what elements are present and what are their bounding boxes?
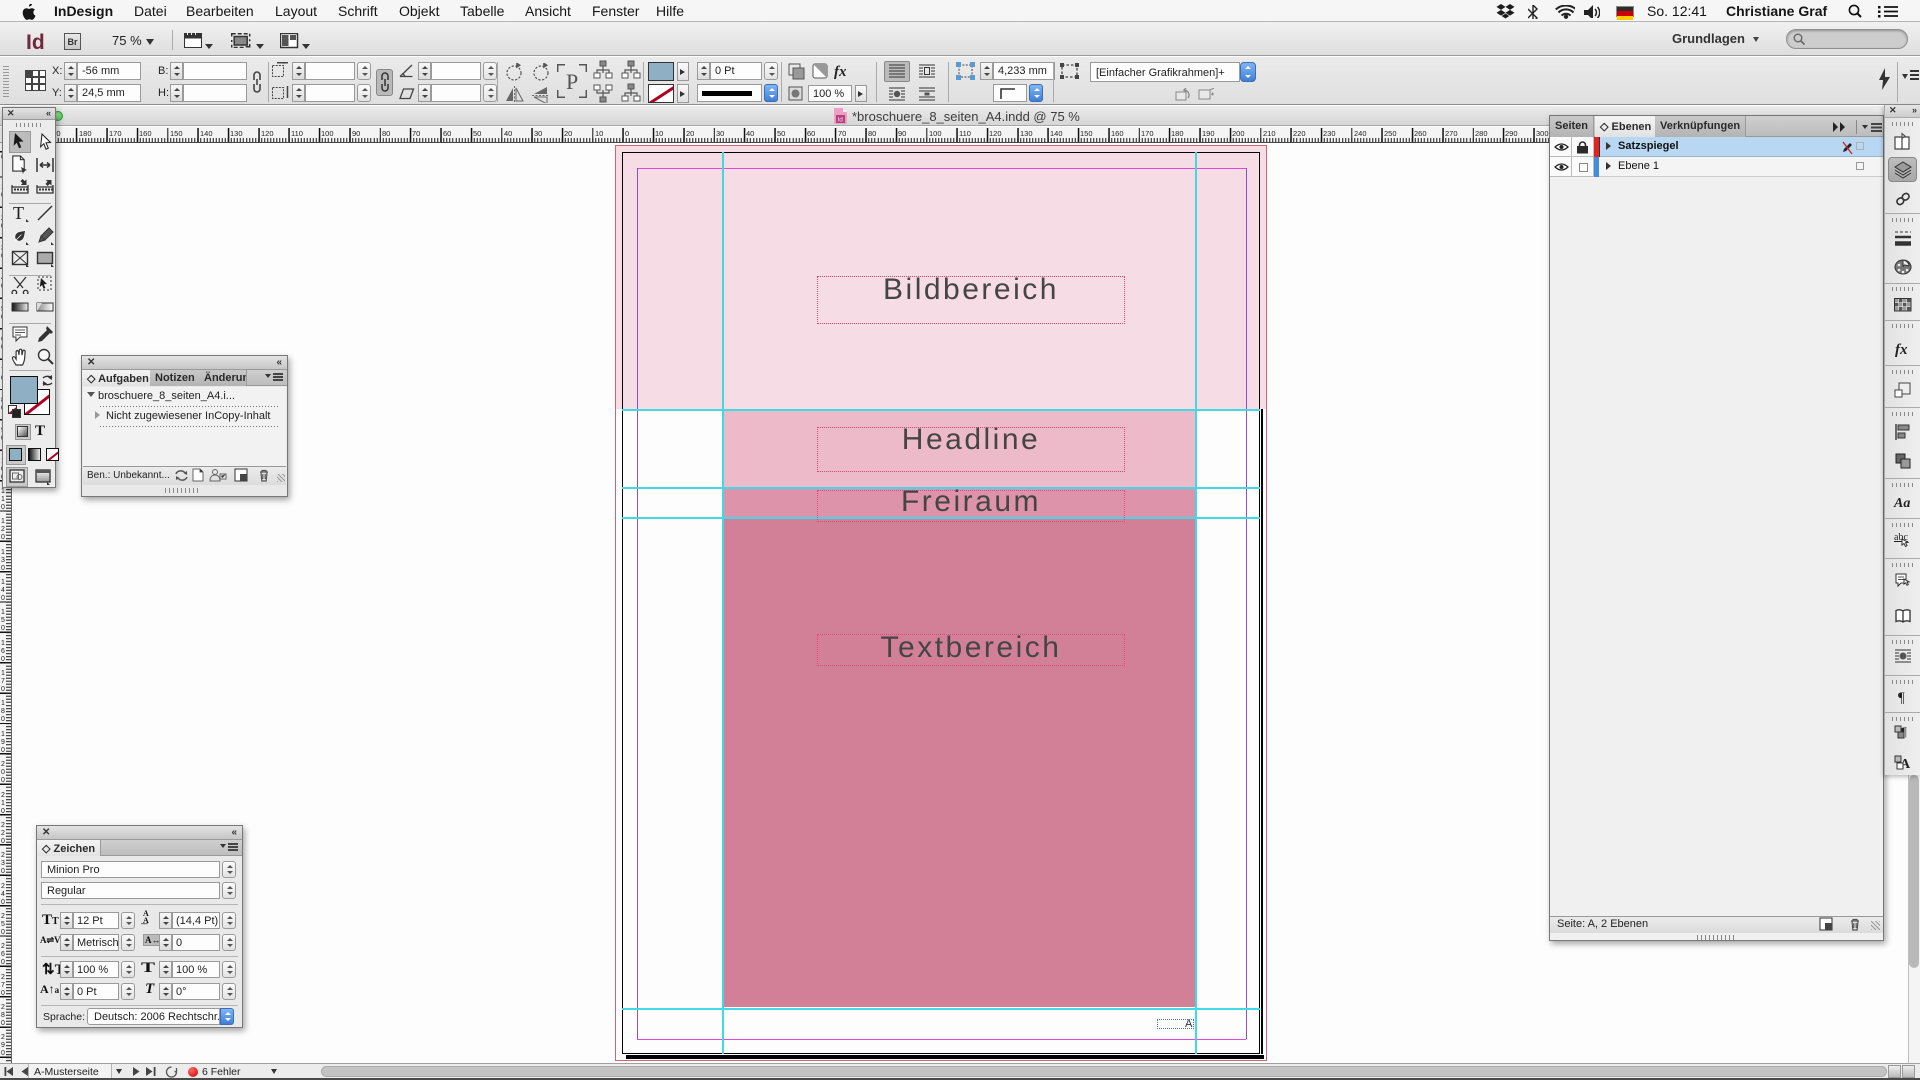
svg-text:¶: ¶ (1898, 690, 1905, 706)
svg-text:fx: fx (1895, 342, 1908, 358)
svg-text:T: T (13, 203, 24, 223)
svg-text:Aa: Aa (1893, 496, 1910, 511)
svg-text:Id: Id (838, 117, 844, 124)
svg-text:P: P (566, 69, 578, 94)
